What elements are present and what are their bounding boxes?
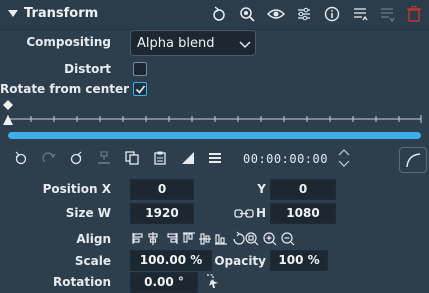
- link-aspect-icon[interactable]: [234, 209, 254, 219]
- keyframe-timeline-bar[interactable]: [8, 132, 421, 139]
- collapse-arrow-icon[interactable]: [8, 10, 18, 18]
- rotation-label: Rotation: [53, 275, 111, 289]
- menu-icon[interactable]: [208, 151, 222, 165]
- compositing-label: Compositing: [26, 35, 111, 49]
- rotate-center-checkbox[interactable]: [133, 82, 147, 96]
- move-up-icon[interactable]: [352, 6, 368, 22]
- size-w-label: Size W: [65, 206, 111, 220]
- distort-label: Distort: [64, 62, 111, 76]
- keyframe-ruler[interactable]: [0, 97, 429, 129]
- effect-title: Transform: [24, 6, 99, 21]
- distort-checkbox[interactable]: [133, 62, 147, 76]
- size-h-label: H: [255, 206, 266, 220]
- position-x-field[interactable]: 0: [130, 179, 194, 200]
- reset-effect-icon[interactable]: [211, 6, 227, 22]
- eye-icon[interactable]: [267, 6, 285, 22]
- size-w-field[interactable]: 1920: [130, 203, 194, 224]
- compositing-value: Alpha blend: [137, 36, 215, 51]
- curve-icon: [406, 153, 421, 168]
- align-toolbar[interactable]: [131, 231, 321, 247]
- next-keyframe-icon[interactable]: [69, 151, 83, 165]
- position-y-label: Y: [257, 182, 266, 196]
- move-down-icon[interactable]: [379, 6, 395, 22]
- redo-icon[interactable]: [42, 151, 56, 165]
- opacity-field[interactable]: 100 %: [270, 250, 328, 271]
- compositing-select[interactable]: Alpha blend: [130, 30, 256, 56]
- interpolation-icon[interactable]: [181, 151, 195, 165]
- add-keyframe-icon[interactable]: [97, 151, 111, 165]
- paste-icon[interactable]: [153, 151, 167, 165]
- info-icon[interactable]: [324, 6, 340, 22]
- zoom-effect-icon[interactable]: [239, 6, 255, 22]
- curve-editor-button[interactable]: [399, 147, 427, 173]
- timecode-spinner-icon[interactable]: [338, 149, 350, 167]
- checkmark-icon: [135, 85, 146, 94]
- delete-effect-icon[interactable]: [407, 6, 421, 22]
- chevron-down-icon: [239, 41, 251, 49]
- effect-settings-icon[interactable]: [296, 6, 312, 22]
- position-x-label: Position X: [42, 182, 111, 196]
- rotate-center-label: Rotate from center: [0, 82, 130, 96]
- position-y-field[interactable]: 0: [270, 179, 336, 200]
- previous-keyframe-icon[interactable]: [14, 151, 28, 165]
- rotation-field[interactable]: 0.00 °: [130, 272, 198, 293]
- rotation-mode-icon[interactable]: [204, 272, 220, 290]
- size-h-field[interactable]: 1080: [270, 203, 336, 224]
- scale-field[interactable]: 100.00 %: [130, 250, 212, 271]
- opacity-label: Opacity: [214, 254, 266, 268]
- timecode-display[interactable]: 00:00:00:00: [243, 152, 328, 166]
- copy-icon[interactable]: [125, 151, 139, 165]
- align-label: Align: [76, 232, 111, 246]
- scale-label: Scale: [74, 254, 111, 268]
